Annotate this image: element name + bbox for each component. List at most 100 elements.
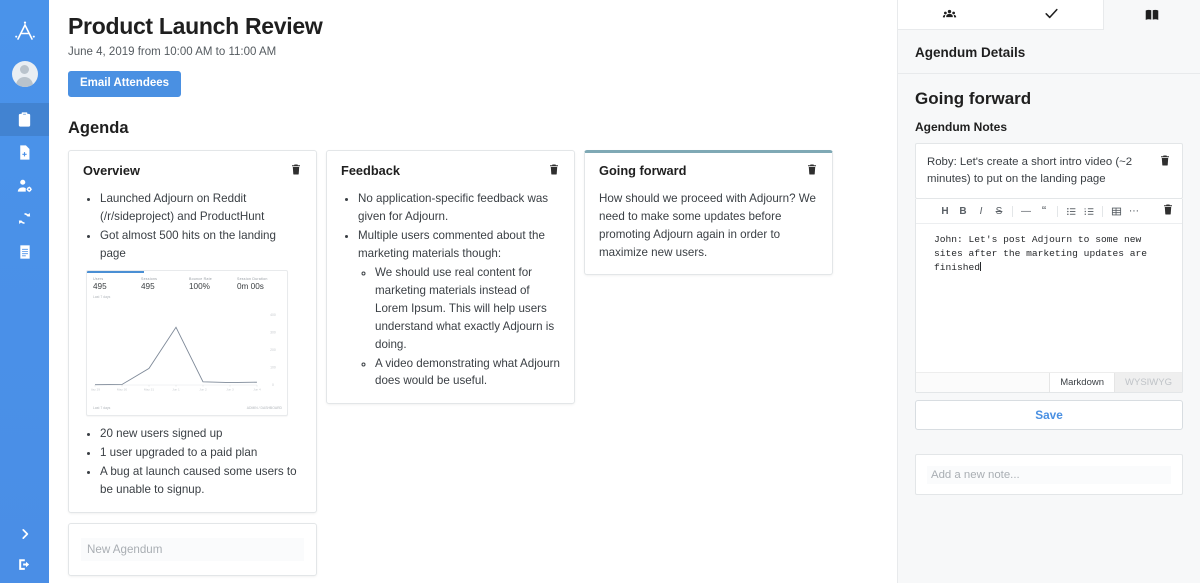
chart-footer-left: Last 7 days — [93, 406, 111, 411]
toolbar-divider — [1057, 205, 1058, 217]
adjourn-compass-logo[interactable] — [10, 16, 40, 46]
add-note-input[interactable] — [927, 466, 1171, 485]
delete-agendum-button[interactable] — [290, 163, 302, 181]
sidebar-bottom — [0, 519, 49, 579]
horizontal-rule-button[interactable]: — — [1017, 203, 1035, 219]
note-item[interactable]: Roby: Let's create a short intro video (… — [915, 143, 1183, 200]
bold-button[interactable]: B — [954, 203, 972, 219]
svg-text:Jun 1: Jun 1 — [172, 387, 180, 391]
svg-text:100: 100 — [270, 365, 276, 369]
agenda-column-feedback: Feedback No application-specific feedbac… — [326, 149, 575, 415]
people-group-icon — [942, 9, 956, 18]
chart-stat-value: 495 — [141, 282, 155, 292]
clipboard-icon — [18, 112, 31, 127]
agendum-paragraph: How should we proceed with Adjourn? We n… — [599, 191, 816, 259]
strikethrough-button[interactable]: S — [990, 203, 1008, 219]
left-sidebar — [0, 0, 49, 583]
checkmark-icon — [1045, 8, 1058, 19]
list-item: No application-specific feedback was giv… — [358, 190, 560, 226]
list-item: Got almost 500 hits on the landing page — [100, 227, 302, 263]
chart-stat-label: Sessions — [141, 276, 158, 281]
panel-body: Going forward Agendum Notes Roby: Let's … — [898, 74, 1200, 496]
sidebar-item-new-document[interactable] — [0, 136, 49, 169]
delete-note-button[interactable] — [1159, 154, 1171, 172]
panel-tabbar — [898, 0, 1200, 30]
svg-text:Jun 4: Jun 4 — [253, 387, 261, 391]
chart-stat: Users 495 — [93, 277, 141, 292]
delete-agendum-button[interactable] — [806, 163, 818, 181]
table-button[interactable] — [1107, 203, 1125, 219]
italic-button[interactable]: I — [972, 203, 990, 219]
user-settings-icon — [17, 179, 32, 192]
trash-icon — [550, 164, 558, 175]
editor-text: John: Let's post Adjourn to some new sit… — [934, 234, 1153, 274]
tab-agenda[interactable] — [1000, 0, 1103, 29]
agendum-card-feedback[interactable]: Feedback No application-specific feedbac… — [326, 149, 575, 405]
overview-bullets-bottom: 20 new users signed up 1 user upgraded t… — [83, 425, 302, 499]
list-item: Multiple users commented about the marke… — [358, 227, 560, 391]
panel-header: Agendum Details — [898, 30, 1200, 74]
numbered-list-button[interactable] — [1080, 203, 1098, 219]
svg-text:Jun 2: Jun 2 — [199, 387, 207, 391]
sidebar-item-clipboard[interactable] — [0, 103, 49, 136]
agendum-card-going-forward[interactable]: Going forward How should we proceed with… — [584, 149, 833, 275]
sidebar-item-sync[interactable] — [0, 202, 49, 235]
new-agendum-input[interactable] — [81, 537, 304, 561]
feedback-bullets: No application-specific feedback was giv… — [341, 190, 560, 391]
text-caret — [980, 262, 982, 272]
markdown-mode-button[interactable]: Markdown — [1049, 373, 1115, 393]
more-options-button[interactable]: ⋯ — [1125, 203, 1143, 219]
delete-agendum-button[interactable] — [548, 163, 560, 181]
toolbar-divider — [1012, 205, 1013, 217]
agenda-column-going-forward: Going forward How should we proceed with… — [584, 149, 833, 285]
bullet-list-icon — [1066, 207, 1075, 215]
list-item: We should use real content for marketing… — [375, 264, 560, 354]
agendum-body: Launched Adjourn on Reddit (/r/sideproje… — [83, 190, 302, 499]
svg-text:300: 300 — [270, 330, 276, 334]
agendum-title: Feedback — [341, 162, 401, 178]
svg-text:Jun 3: Jun 3 — [226, 387, 234, 391]
list-item: A bug at launch caused some users to be … — [100, 463, 302, 499]
sidebar-item-manage-users[interactable] — [0, 169, 49, 202]
avatar[interactable] — [11, 61, 38, 87]
new-agendum-card[interactable] — [68, 522, 317, 576]
refresh-sync-icon — [18, 212, 31, 225]
chart-plot-area: 0 100 200 300 400 May 29 May 30 May 31 Jun 1 Jun … — [90, 311, 285, 397]
agendum-card-overview[interactable]: Overview Launched Adjourn on Reddit (/r/… — [68, 149, 317, 513]
note-editor-textarea[interactable]: John: Let's post Adjourn to some new sit… — [916, 224, 1182, 372]
email-attendees-button[interactable]: Email Attendees — [68, 71, 182, 97]
bullet-list-button[interactable] — [1062, 203, 1080, 219]
editor-mode-toggle: Markdown WYSIWYG — [916, 372, 1182, 393]
sidebar-item-logout[interactable] — [0, 549, 49, 579]
heading-button[interactable]: H — [936, 203, 954, 219]
chevron-right-icon — [21, 529, 28, 539]
save-note-button[interactable]: Save — [915, 400, 1183, 431]
agendum-details-panel: Agendum Details Going forward Agendum No… — [897, 0, 1200, 583]
list-item-text: Multiple users commented about the marke… — [358, 228, 545, 260]
sidebar-item-notes[interactable] — [0, 235, 49, 268]
sidebar-item-expand[interactable] — [0, 519, 49, 549]
blockquote-button[interactable]: “ — [1035, 203, 1053, 219]
card-header: Going forward — [599, 163, 818, 181]
numbered-list-icon — [1084, 207, 1093, 215]
trash-icon — [1161, 155, 1169, 166]
trash-icon — [1164, 204, 1172, 215]
tab-minutes[interactable] — [1104, 0, 1200, 30]
agendum-body: No application-specific feedback was giv… — [341, 190, 560, 391]
agendum-title: Going forward — [599, 162, 687, 178]
list-item: 1 user upgraded to a paid plan — [100, 444, 302, 462]
delete-draft-note-button[interactable] — [1162, 203, 1174, 221]
svg-text:0: 0 — [272, 383, 274, 387]
card-header: Overview — [83, 163, 302, 181]
trash-icon — [292, 164, 300, 175]
svg-text:May 30: May 30 — [117, 387, 127, 391]
wysiwyg-mode-button[interactable]: WYSIWYG — [1114, 373, 1182, 393]
note-editor: H B I S — “ ⋯ John: Let's post Adjourn t… — [915, 199, 1183, 394]
add-note-card[interactable] — [915, 454, 1183, 496]
chart-stat-value: 0m 00s — [237, 282, 264, 292]
chart-stat-label: Session Duration — [237, 276, 268, 281]
chart-stat-value: 495 — [93, 282, 107, 292]
tab-attendees[interactable] — [898, 0, 1001, 29]
book-icon — [1145, 9, 1159, 20]
file-plus-icon — [20, 145, 30, 160]
